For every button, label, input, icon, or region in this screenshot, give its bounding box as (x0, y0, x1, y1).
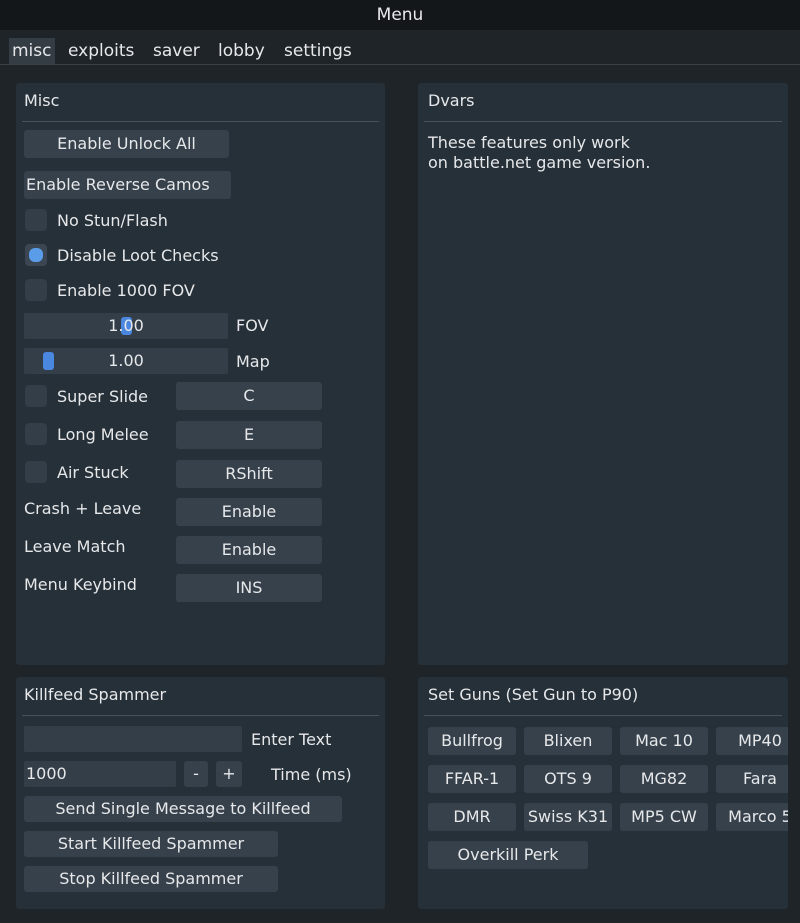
map-slider-value: 1.00 (108, 351, 144, 370)
tab-exploits[interactable]: exploits (65, 38, 137, 64)
gun-button[interactable]: MG82 (620, 765, 708, 793)
tab-lobby[interactable]: lobby (215, 38, 268, 64)
time-increment-button[interactable]: + (216, 761, 242, 787)
disable-loot-checkbox[interactable] (25, 244, 47, 266)
gun-button[interactable]: MP40 (716, 727, 788, 755)
fov1000-checkbox[interactable] (25, 279, 47, 301)
no-stun-checkbox[interactable] (25, 209, 47, 231)
tab-bar: misc exploits saver lobby settings (0, 38, 800, 65)
long-melee-label: Long Melee (57, 425, 149, 444)
killfeed-text-input[interactable] (24, 726, 242, 752)
killfeed-panel-title: Killfeed Spammer (24, 685, 167, 704)
crash-leave-label: Crash + Leave (24, 499, 142, 518)
divider (22, 715, 379, 716)
misc-panel: Misc Enable Unlock All Enable Reverse Ca… (16, 83, 385, 665)
gun-button[interactable]: OTS 9 (524, 765, 612, 793)
send-single-message-button[interactable]: Send Single Message to Killfeed (24, 796, 342, 822)
fov1000-label: Enable 1000 FOV (57, 281, 195, 300)
fov-slider-value: 1.00 (108, 316, 144, 335)
map-slider-grab[interactable] (43, 352, 54, 370)
tab-saver[interactable]: saver (150, 38, 203, 64)
fov-label: FOV (236, 316, 269, 335)
gun-button[interactable]: Bullfrog (428, 727, 516, 755)
leave-match-enable-button[interactable]: Enable (176, 536, 322, 564)
misc-panel-title: Misc (24, 91, 60, 110)
menu-keybind-button[interactable]: INS (176, 574, 322, 602)
long-melee-key-button[interactable]: E (176, 421, 322, 449)
gun-button[interactable]: Mac 10 (620, 727, 708, 755)
dvars-panel-title: Dvars (428, 91, 475, 110)
enter-text-label: Enter Text (251, 730, 332, 749)
no-stun-label: No Stun/Flash (57, 211, 168, 230)
time-label: Time (ms) (271, 765, 352, 784)
dvars-notice-line2: on battle.net game version. (428, 153, 651, 172)
leave-match-label: Leave Match (24, 537, 126, 556)
gun-button[interactable]: MP5 CW (620, 803, 708, 831)
map-slider[interactable]: 1.00 (24, 348, 228, 374)
set-guns-panel: Set Guns (Set Gun to P90) Bullfrog Blixe… (418, 677, 788, 909)
gun-button[interactable]: DMR (428, 803, 516, 831)
gun-button[interactable]: Marco 5 (716, 803, 788, 831)
super-slide-key-button[interactable]: C (176, 382, 322, 410)
super-slide-checkbox[interactable] (25, 385, 47, 407)
enable-reverse-camos-button[interactable]: Enable Reverse Camos (24, 171, 231, 199)
dvars-notice: These features only work on battle.net g… (428, 133, 650, 173)
air-stuck-checkbox[interactable] (25, 461, 47, 483)
air-stuck-label: Air Stuck (57, 463, 129, 482)
crash-leave-enable-button[interactable]: Enable (176, 498, 322, 526)
long-melee-checkbox[interactable] (25, 423, 47, 445)
disable-loot-label: Disable Loot Checks (57, 246, 219, 265)
gun-button[interactable]: Swiss K31 (524, 803, 612, 831)
menu-keybind-label: Menu Keybind (24, 575, 137, 594)
start-killfeed-spammer-button[interactable]: Start Killfeed Spammer (24, 831, 278, 857)
divider (424, 715, 782, 716)
time-decrement-button[interactable]: - (184, 761, 208, 787)
killfeed-panel: Killfeed Spammer Enter Text 1000 - + Tim… (16, 677, 385, 909)
map-label: Map (236, 352, 270, 371)
overkill-perk-button[interactable]: Overkill Perk (428, 841, 588, 869)
dvars-panel: Dvars These features only work on battle… (418, 83, 788, 665)
super-slide-label: Super Slide (57, 387, 149, 406)
gun-button[interactable]: Fara (716, 765, 788, 793)
gun-button[interactable]: Blixen (524, 727, 612, 755)
air-stuck-key-button[interactable]: RShift (176, 460, 322, 488)
set-guns-panel-title: Set Guns (Set Gun to P90) (428, 685, 639, 704)
time-input[interactable]: 1000 (24, 761, 176, 787)
stop-killfeed-spammer-button[interactable]: Stop Killfeed Spammer (24, 866, 278, 892)
divider (22, 121, 379, 122)
dvars-notice-line1: These features only work (428, 133, 630, 152)
tab-settings[interactable]: settings (281, 38, 355, 64)
window-title: Menu (0, 0, 800, 30)
divider (424, 121, 782, 122)
tab-misc[interactable]: misc (9, 38, 55, 64)
fov-slider[interactable]: 1.00 (24, 313, 228, 339)
gun-button[interactable]: FFAR-1 (428, 765, 516, 793)
enable-unlock-all-button[interactable]: Enable Unlock All (24, 130, 229, 158)
